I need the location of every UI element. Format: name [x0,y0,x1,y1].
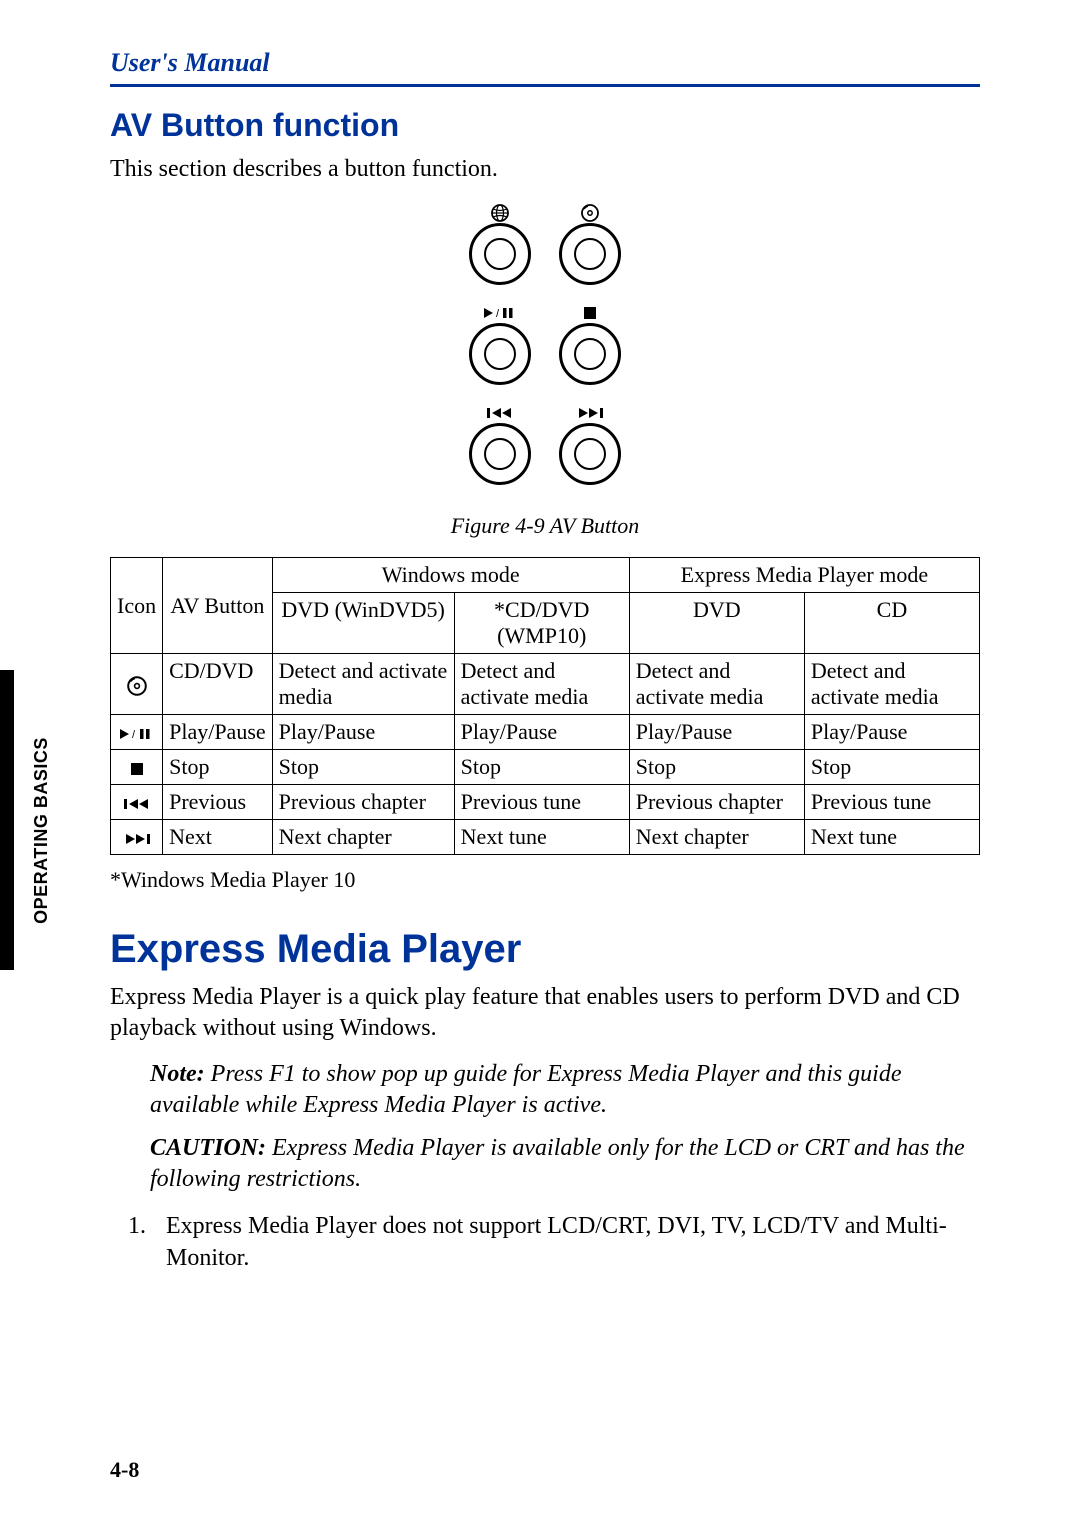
table-row: / Play/Pause Play/Pause Play/Pause Play/… [111,715,980,750]
cell: Next chapter [272,820,454,855]
section-indicator-bar [0,670,14,970]
table-row: Previous Previous chapter Previous tune … [111,785,980,820]
cell: Play/Pause [272,715,454,750]
cell: Next tune [454,820,629,855]
cell: Previous tune [804,785,979,820]
heading-express-media-player: Express Media Player [110,927,980,972]
note-block: Note: Press F1 to show pop up guide for … [150,1059,980,1121]
cell: Next [163,820,273,855]
cell: Detect and activate media [272,654,454,715]
cell: Detect and activate media [629,654,804,715]
express-media-intro: Express Media Player is a quick play fea… [110,982,980,1044]
caution-text: Express Media Player is available only f… [150,1135,965,1192]
running-head: User's Manual [110,48,980,78]
cell: Stop [804,750,979,785]
av-button-figure: / [110,203,980,501]
col-header-av-button: AV Button [163,558,273,654]
previous-icon [111,785,163,820]
list-item: 1. Express Media Player does not support… [128,1211,980,1273]
svg-text:/: / [132,729,136,741]
stop-icon [111,750,163,785]
page-number: 4-8 [110,1457,139,1483]
note-label: Note: [150,1061,205,1087]
cell: Previous [163,785,273,820]
side-tab-text-1: O [31,909,51,924]
internet-icon [490,203,510,223]
cell: Play/Pause [163,715,273,750]
cell: Stop [272,750,454,785]
cell: Detect and activate media [804,654,979,715]
section1-intro: This section describes a button function… [110,154,980,185]
col-header-dvd-windvd: DVD (WinDVD5) [272,593,454,654]
col-header-windows-mode: Windows mode [272,558,629,593]
cell: Play/Pause [629,715,804,750]
play-pause-icon: / [484,303,516,323]
cell: Detect and activate media [454,654,629,715]
figure-caption: Figure 4-9 AV Button [110,513,980,539]
cd-dvd-icon [580,203,600,223]
col-header-cddvd-wmp: *CD/DVD (WMP10) [454,593,629,654]
table-row: CD/DVD Detect and activate media Detect … [111,654,980,715]
list-number: 1. [128,1211,166,1273]
caution-label: CAUTION: [150,1135,266,1161]
previous-icon [487,403,513,423]
col-header-express-mode: Express Media Player mode [629,558,979,593]
cell: Stop [454,750,629,785]
col-header-icon: Icon [111,558,163,654]
cell: CD/DVD [163,654,273,715]
side-tab-text-4: ASICS [31,737,51,795]
cell: Previous tune [454,785,629,820]
list-text: Express Media Player does not support LC… [166,1211,980,1273]
note-text: Press F1 to show pop up guide for Expres… [150,1061,901,1118]
col-header-dvd: DVD [629,593,804,654]
header-rule [110,84,980,87]
cd-dvd-icon [111,654,163,715]
heading-av-button-function: AV Button function [110,107,980,144]
cell: Play/Pause [454,715,629,750]
svg-text:/: / [496,308,500,320]
next-icon [577,403,603,423]
stop-icon [583,303,597,323]
cell: Next chapter [629,820,804,855]
table-row: Next Next chapter Next tune Next chapter… [111,820,980,855]
section-side-tab: OPERATING BASICS [30,720,52,940]
play-pause-icon: / [111,715,163,750]
side-tab-text-2: PERATING [31,813,51,909]
next-icon [111,820,163,855]
cell: Next tune [804,820,979,855]
cell: Previous chapter [629,785,804,820]
col-header-cd: CD [804,593,979,654]
cell: Play/Pause [804,715,979,750]
cell: Previous chapter [272,785,454,820]
side-tab-text-3: B [31,794,51,813]
cell: Stop [629,750,804,785]
table-row: Stop Stop Stop Stop Stop [111,750,980,785]
av-button-table: Icon AV Button Windows mode Express Medi… [110,557,980,855]
caution-block: CAUTION: Express Media Player is availab… [150,1133,980,1195]
cell: Stop [163,750,273,785]
table-footnote: *Windows Media Player 10 [110,867,980,893]
